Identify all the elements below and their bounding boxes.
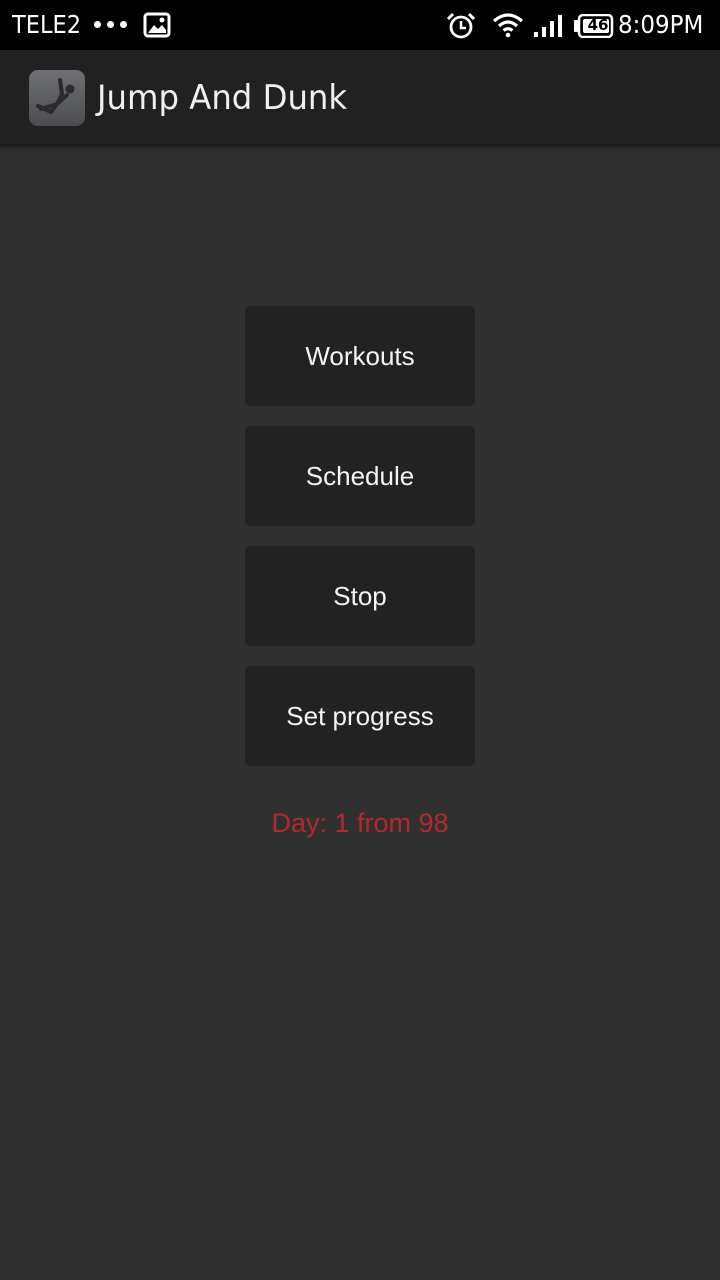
status-bar: TELE2 46 8:09PM xyxy=(0,0,720,50)
schedule-button[interactable]: Schedule xyxy=(245,426,475,526)
action-bar-divider xyxy=(0,144,720,150)
alarm-icon xyxy=(446,12,476,39)
wifi-icon xyxy=(492,13,524,38)
carrier-name: TELE2 xyxy=(12,10,82,39)
jumping-figure-icon xyxy=(36,78,75,114)
workouts-button[interactable]: Workouts xyxy=(245,306,475,406)
set-progress-button[interactable]: Set progress xyxy=(245,666,475,766)
gallery-icon xyxy=(143,12,171,38)
signal-icon xyxy=(534,15,562,37)
stop-button[interactable]: Stop xyxy=(245,546,475,646)
day-progress-text: Day: 1 from 98 xyxy=(271,808,449,838)
clock: 8:09PM xyxy=(618,10,704,39)
app-icon[interactable] xyxy=(29,70,85,126)
battery-level: 46 xyxy=(587,16,609,34)
more-dots-icon xyxy=(94,21,127,28)
app-title: Jump And Dunk xyxy=(97,78,348,118)
